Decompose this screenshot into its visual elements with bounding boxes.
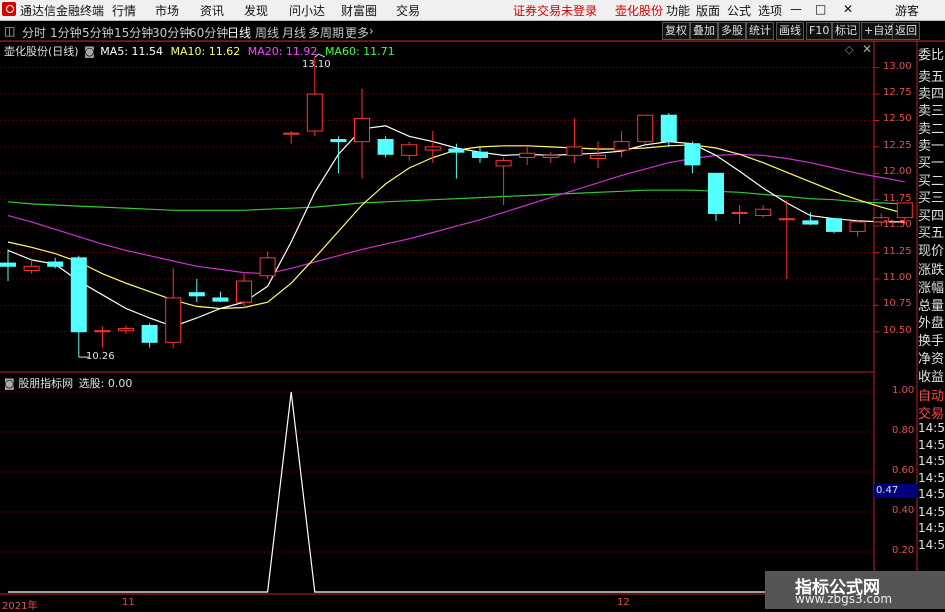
diamond-icon[interactable]: ◇ — [845, 43, 853, 56]
indicator-y-tick-label: 0.40 — [892, 505, 915, 516]
right-panel-item: 14:55 — [918, 421, 945, 435]
right-panel-item: 买五 — [918, 226, 945, 241]
candle-body — [802, 220, 819, 225]
ma60-label: MA60: 11.71 — [324, 45, 395, 58]
candle-body — [778, 218, 795, 221]
y-tick-label: 12.25 — [883, 139, 912, 151]
watermark-badge: 指标公式网 www.zbgs3.com — [765, 571, 945, 609]
y-tick-label: 11.75 — [883, 192, 912, 204]
x-axis-label-year: 2021年 — [2, 601, 38, 612]
right-panel-item: 14:56 — [918, 505, 945, 519]
right-panel-item: 卖三 — [918, 104, 945, 119]
candle-body — [519, 152, 536, 158]
y-tick-label: 13.00 — [883, 60, 912, 72]
candle-body — [94, 330, 111, 333]
close-panel-icon[interactable]: ✕ — [862, 42, 872, 56]
candle-body — [896, 202, 913, 219]
candle-body — [755, 208, 772, 217]
low-price-annotation: 10.26 — [86, 351, 115, 362]
indicator-toggle-icon[interactable]: ◙ — [4, 377, 15, 390]
candle-body — [849, 221, 866, 232]
candle-body — [0, 262, 16, 267]
right-panel-item[interactable]: 交易 — [918, 403, 945, 422]
y-tick-label: 12.00 — [883, 166, 912, 178]
candle-body — [118, 328, 134, 332]
candle-body — [306, 93, 323, 132]
indicator-y-tick-label: 0.80 — [892, 425, 915, 436]
indicator-y-tick-label: 0.20 — [892, 545, 915, 556]
candle-body — [708, 172, 724, 214]
indicator-line — [8, 391, 905, 593]
indicator-current-value: 0.47 — [874, 484, 918, 498]
high-price-annotation: 13.10 — [302, 59, 331, 70]
candle-body — [590, 154, 606, 160]
ma10-label: MA10: 11.62 — [170, 45, 241, 58]
candle-body — [542, 154, 559, 158]
y-tick-label: 12.50 — [883, 113, 912, 125]
indicator-name: 股朋指标网 — [18, 377, 74, 390]
candle-body — [212, 297, 229, 302]
right-panel-item[interactable]: 自动 — [918, 385, 945, 404]
candle-body — [283, 132, 300, 135]
y-tick-label: 11.00 — [883, 271, 912, 283]
candle-body — [472, 151, 488, 158]
candle-body — [354, 117, 370, 143]
right-panel-item: 委比 — [918, 48, 945, 63]
candle-body — [47, 261, 64, 267]
stock-label: 壶化股份(日线) — [4, 45, 79, 58]
y-tick-label: 12.75 — [883, 87, 912, 99]
right-panel-item: 外盘 — [918, 316, 945, 331]
candle-body — [826, 218, 842, 232]
main-chart-legend: 壶化股份(日线) ◙ MA5: 11.54 MA10: 11.62 MA20: … — [4, 43, 395, 59]
right-panel-item: 涨幅 — [918, 281, 945, 296]
y-tick-label: 10.50 — [883, 324, 912, 336]
candle-body — [259, 257, 276, 277]
right-panel-item: 买一 — [918, 156, 945, 171]
right-panel-item: 收益 — [918, 370, 945, 385]
right-panel-item: 14:56 — [918, 471, 945, 485]
watermark-url: www.zbgs3.com — [795, 592, 893, 606]
candle-body — [165, 297, 182, 343]
right-panel-item: 换手 — [918, 334, 945, 349]
candle-body — [566, 146, 583, 156]
legend-toggle-icon[interactable]: ◙ — [84, 45, 95, 58]
candle-body — [448, 148, 465, 153]
ma20-label: MA20: 11.92 — [247, 45, 318, 58]
right-panel-item: 净资 — [918, 352, 945, 367]
candle-body — [613, 141, 630, 151]
right-panel-item: 现价 — [918, 244, 945, 259]
candle-body — [236, 280, 252, 303]
ma5-label: MA5: 11.54 — [100, 45, 163, 58]
candle-body — [23, 265, 40, 271]
candle-body — [330, 139, 347, 143]
x-axis-label-dec: 12 — [617, 597, 630, 608]
right-panel-item: 涨跌 — [918, 263, 945, 278]
indicator-y-tick-label: 1.00 — [892, 385, 915, 396]
right-panel-item: 14:56 — [918, 438, 945, 452]
indicator-legend: ◙ 股朋指标网 选股: 0.00 — [4, 375, 132, 391]
candle-body — [141, 324, 158, 343]
x-axis-label-nov: 11 — [122, 597, 135, 608]
candle-body — [495, 160, 512, 167]
y-tick-label: 10.75 — [883, 298, 912, 310]
candle-body — [637, 114, 654, 143]
right-panel-item: 14:56 — [918, 538, 945, 552]
indicator-y-tick-label: 0.60 — [892, 465, 915, 476]
y-tick-label: 11.25 — [883, 245, 912, 257]
candle-body — [731, 211, 748, 214]
candle-body — [70, 257, 87, 333]
candle-body — [424, 146, 441, 151]
right-panel-item: 14:56 — [918, 487, 945, 501]
right-panel-item: 14:56 — [918, 454, 945, 468]
right-panel-item: 14:56 — [918, 521, 945, 535]
candle-body — [684, 143, 701, 166]
y-tick-label: 11.50 — [883, 219, 912, 231]
right-panel-item: 买三 — [918, 191, 945, 206]
kline-chart[interactable] — [0, 0, 945, 609]
indicator-value: 选股: 0.00 — [78, 377, 133, 390]
candle-body — [188, 292, 205, 297]
candle-body — [660, 114, 677, 143]
candle-body — [401, 144, 418, 156]
candle-body — [377, 139, 394, 155]
